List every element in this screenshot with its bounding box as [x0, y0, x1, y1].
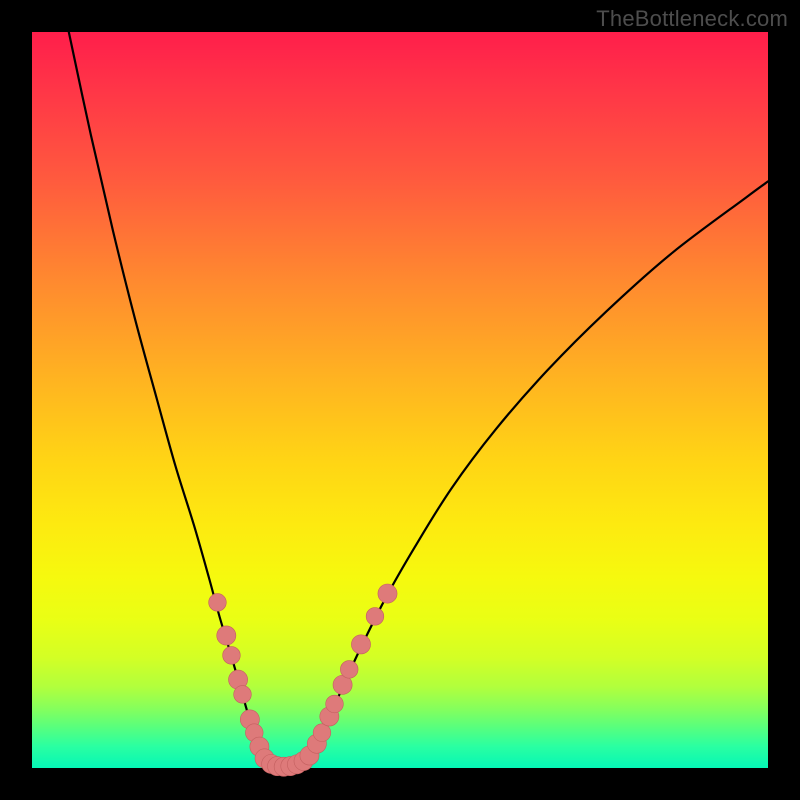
bottleneck-curve: [69, 32, 768, 767]
curve-marker: [351, 635, 370, 654]
curve-marker: [340, 661, 358, 679]
curve-marker: [326, 695, 344, 713]
curve-marker: [378, 584, 397, 603]
chart-frame: TheBottleneck.com: [0, 0, 800, 800]
curve-markers: [209, 584, 397, 776]
curve-svg: [32, 32, 768, 768]
curve-marker: [223, 647, 241, 665]
curve-marker: [313, 724, 331, 742]
curve-marker: [209, 594, 227, 612]
plot-area: [32, 32, 768, 768]
curve-marker: [234, 686, 252, 704]
watermark-text: TheBottleneck.com: [596, 6, 788, 32]
curve-marker: [366, 608, 384, 626]
curve-marker: [217, 626, 236, 645]
